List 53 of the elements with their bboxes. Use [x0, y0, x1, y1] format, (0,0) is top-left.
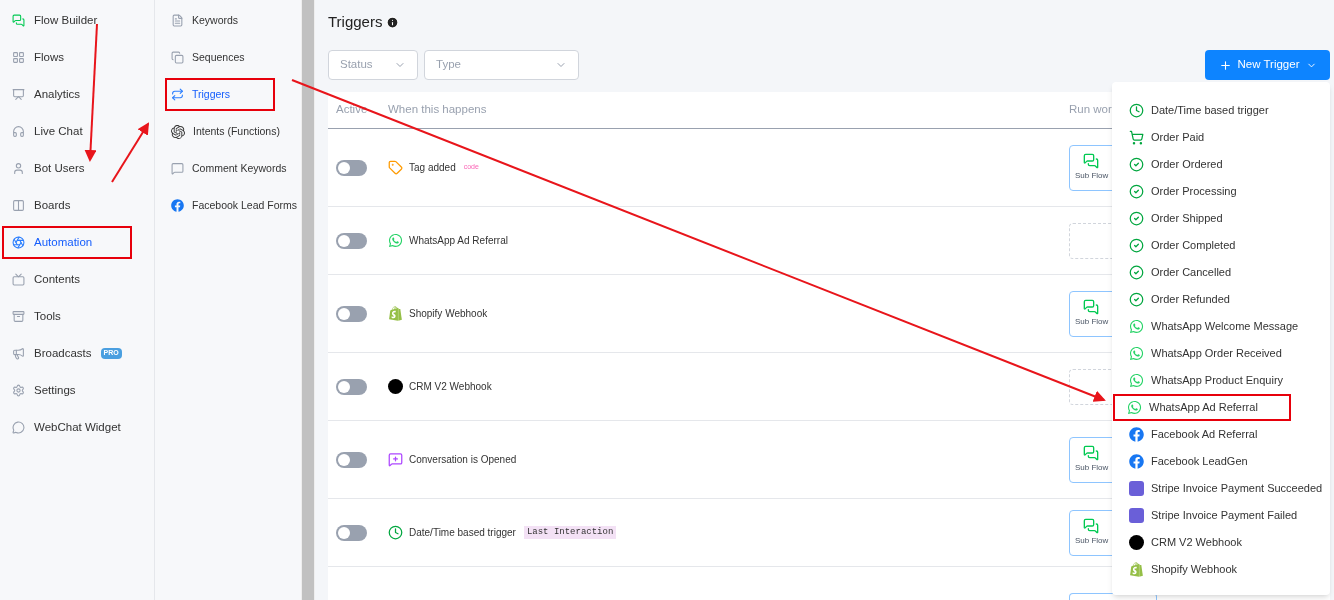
dropdown-label: Order Refunded — [1151, 292, 1230, 308]
submenu-label: Triggers — [192, 86, 231, 102]
sidebar-label: Settings — [34, 382, 76, 398]
sidebar-label: Tools — [34, 308, 61, 324]
submenu-label: Comment Keywords — [192, 160, 287, 176]
sidebar-label: Contents — [34, 271, 81, 287]
dropdown-label: Order Shipped — [1151, 211, 1223, 227]
select-placeholder: Type — [436, 57, 461, 73]
dropdown-label: Facebook Ad Referral — [1151, 427, 1258, 443]
sidebar-label: Live Chat — [34, 123, 83, 139]
dropdown-label: Order Cancelled — [1151, 265, 1232, 281]
dropdown-label: Order Paid — [1151, 130, 1205, 146]
column-header: When this happens — [388, 102, 488, 118]
sidebar-label: Flow Builder — [34, 12, 98, 28]
workflow-label: Sub Flow — [1075, 316, 1109, 328]
trigger-name: Tag added — [409, 161, 456, 175]
sidebar-label: Boards — [34, 197, 71, 213]
workflow-label: Sub Flow — [1075, 462, 1109, 474]
trigger-name: Shopify Webhook — [409, 307, 488, 321]
dropdown-label: Order Processing — [1151, 184, 1237, 200]
workflow-label: Sub Flow — [1075, 170, 1109, 182]
submenu-label: Keywords — [192, 12, 239, 28]
trigger-name: WhatsApp Ad Referral — [409, 234, 508, 248]
dropdown-label: CRM V2 Webhook — [1151, 535, 1242, 551]
sidebar-label: Bot Users — [34, 160, 85, 176]
submenu-label: Facebook Lead Forms — [192, 197, 298, 213]
dropdown-label: WhatsApp Welcome Message — [1151, 319, 1299, 335]
dropdown-label: Stripe Invoice Payment Succeeded — [1151, 481, 1323, 497]
column-header: Active — [335, 102, 369, 118]
dropdown-label: WhatsApp Ad Referral — [1149, 400, 1258, 416]
interaction-badge: Last Interaction — [523, 525, 617, 540]
page-title: Triggers — [328, 11, 383, 32]
column-header: Run wor — [1069, 102, 1112, 118]
sidebar-label: WebChat Widget — [34, 419, 121, 435]
sidebar-label: Broadcasts — [34, 345, 92, 361]
trigger-name: Date/Time based trigger — [409, 526, 516, 540]
dropdown-label: Order Ordered — [1151, 157, 1223, 173]
dropdown-label: Order Completed — [1151, 238, 1236, 254]
workflow-label: Sub Flow — [1075, 535, 1109, 547]
dropdown-label: Facebook LeadGen — [1151, 454, 1248, 470]
dropdown-label: Stripe Invoice Payment Failed — [1151, 508, 1298, 524]
dropdown-label: Shopify Webhook — [1151, 562, 1238, 578]
sidebar-label: Flows — [34, 49, 65, 65]
sidebar-label: Automation — [34, 234, 93, 250]
dropdown-label: WhatsApp Product Enquiry — [1151, 373, 1284, 389]
submenu-label: Intents (Functions) — [193, 123, 280, 139]
dropdown-label: WhatsApp Order Received — [1151, 346, 1282, 362]
select-placeholder: Status — [340, 57, 373, 73]
trigger-name: Conversation is Opened — [409, 453, 517, 467]
trigger-name: CRM V2 Webhook — [409, 380, 492, 394]
sidebar-label: Analytics — [34, 86, 81, 102]
submenu-label: Sequences — [192, 49, 245, 65]
dropdown-label: Date/Time based trigger — [1151, 103, 1269, 119]
